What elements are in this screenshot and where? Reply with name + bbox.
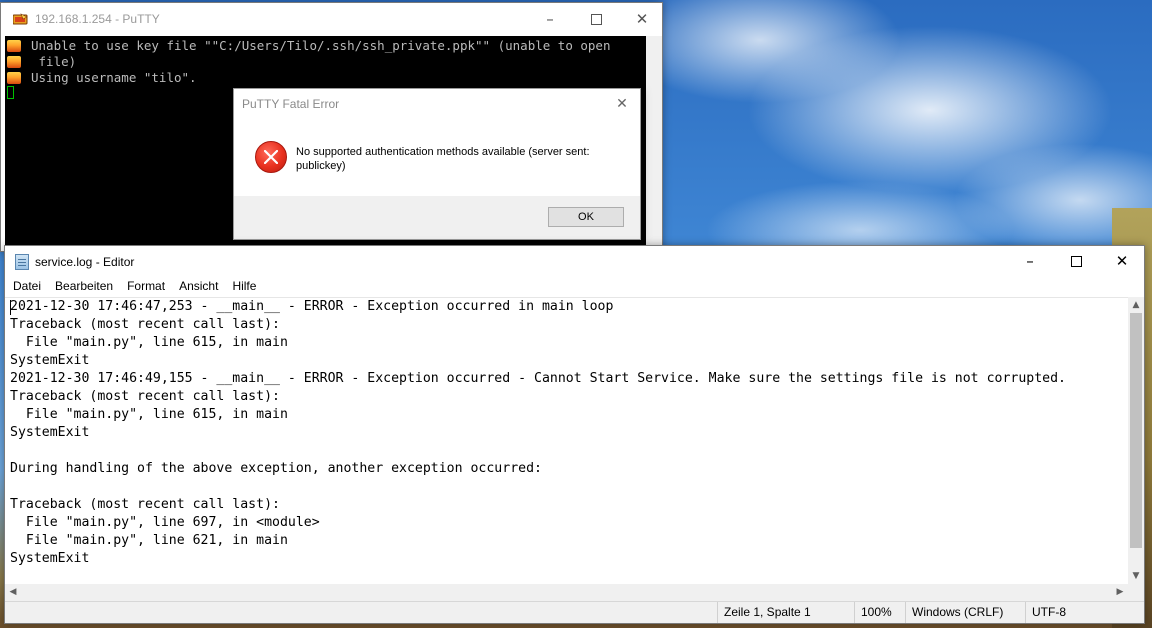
putty-window-title: 192.168.1.254 - PuTTY [35, 12, 160, 26]
editor-vertical-scrollbar[interactable]: ▲ ▼ [1128, 297, 1144, 584]
text-line: SystemExit [10, 551, 90, 566]
text-line: File "main.py", line 621, in main [10, 533, 288, 548]
text-line: File "main.py", line 615, in main [10, 335, 288, 350]
text-line: Traceback (most recent call last): [10, 317, 280, 332]
menu-bearbeiten[interactable]: Bearbeiten [47, 279, 119, 293]
dialog-footer: OK [234, 196, 640, 239]
text-line: 2021-12-30 17:46:47,253 - __main__ - ERR… [10, 299, 614, 314]
editor-menubar: Datei Bearbeiten Format Ansicht Hilfe [5, 276, 1144, 296]
dialog-title: PuTTY Fatal Error [242, 97, 340, 111]
menu-datei[interactable]: Datei [5, 279, 47, 293]
putty-event-icon [7, 56, 21, 68]
fatal-error-dialog[interactable]: PuTTY Fatal Error ✕ No supported authent… [233, 88, 641, 240]
text-line: Traceback (most recent call last): [10, 497, 280, 512]
terminal-line: file) [5, 54, 76, 70]
text-line: SystemExit [10, 425, 90, 440]
terminal-line: Unable to use key file ""C:/Users/Tilo/.… [5, 38, 610, 54]
maximize-icon[interactable] [573, 3, 619, 35]
status-encoding: UTF-8 [1025, 602, 1144, 623]
status-zoom: 100% [854, 602, 905, 623]
close-icon[interactable]: ✕ [1099, 246, 1145, 276]
putty-icon [12, 13, 29, 27]
menu-ansicht[interactable]: Ansicht [171, 279, 224, 293]
editor-statusbar: Zeile 1, Spalte 1 100% Windows (CRLF) UT… [5, 601, 1144, 623]
scrollbar-corner [1128, 584, 1144, 601]
status-cursor-position: Zeile 1, Spalte 1 [717, 602, 854, 623]
menu-hilfe[interactable]: Hilfe [224, 279, 262, 293]
minimize-icon[interactable]: – [527, 3, 573, 35]
editor-titlebar[interactable]: service.log - Editor – ✕ [5, 246, 1144, 276]
status-line-ending: Windows (CRLF) [905, 602, 1025, 623]
terminal-line: Using username "tilo". [5, 70, 197, 86]
text-line: 2021-12-30 17:46:49,155 - __main__ - ERR… [10, 371, 1066, 386]
editor-window[interactable]: service.log - Editor – ✕ Datei Bearbeite… [4, 245, 1145, 624]
menu-format[interactable]: Format [119, 279, 171, 293]
close-icon[interactable]: ✕ [619, 3, 665, 35]
putty-event-icon [7, 40, 21, 52]
scrollbar-thumb[interactable] [1130, 313, 1142, 548]
text-line: During handling of the above exception, … [10, 461, 542, 476]
text-line: Traceback (most recent call last): [10, 389, 280, 404]
notepad-icon [15, 254, 29, 270]
editor-window-title: service.log - Editor [35, 255, 135, 269]
terminal-cursor [7, 86, 14, 99]
error-icon [255, 141, 287, 173]
close-icon[interactable]: ✕ [612, 94, 632, 114]
text-line: SystemExit [10, 353, 90, 368]
scroll-left-icon[interactable]: ◀ [5, 584, 21, 600]
text-line: File "main.py", line 615, in main [10, 407, 288, 422]
putty-scrollbar[interactable] [646, 36, 662, 251]
text-line: File "main.py", line 697, in <module> [10, 515, 320, 530]
editor-horizontal-scrollbar[interactable]: ◀ ▶ [5, 584, 1128, 601]
scroll-up-icon[interactable]: ▲ [1128, 297, 1144, 313]
editor-text-area[interactable]: 2021-12-30 17:46:47,253 - __main__ - ERR… [5, 297, 1128, 584]
scroll-right-icon[interactable]: ▶ [1112, 584, 1128, 600]
ok-button[interactable]: OK [548, 207, 624, 227]
maximize-icon[interactable] [1053, 246, 1099, 276]
scroll-down-icon[interactable]: ▼ [1128, 568, 1144, 584]
putty-event-icon [7, 72, 21, 84]
minimize-icon[interactable]: – [1007, 246, 1053, 276]
putty-titlebar[interactable]: 192.168.1.254 - PuTTY – ✕ [1, 3, 662, 35]
dialog-message: No supported authentication methods avai… [296, 146, 590, 172]
